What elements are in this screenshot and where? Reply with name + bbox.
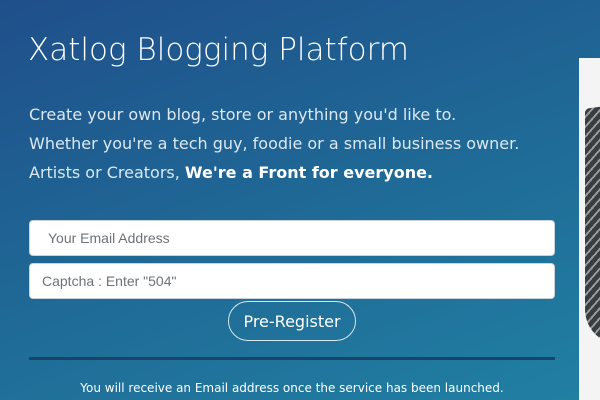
tagline-line-3-prefix: Artists or Creators, <box>29 163 185 182</box>
launch-notice: You will receive an Email address once t… <box>80 381 504 395</box>
divider <box>29 357 555 360</box>
tagline: Create your own blog, store or anything … <box>29 100 574 187</box>
tagline-emphasis: We're a Front for everyone. <box>184 163 434 182</box>
laptop-keyboard-photo <box>579 58 600 400</box>
captcha-field[interactable] <box>29 263 555 299</box>
email-field[interactable] <box>29 220 555 256</box>
page-title: Xatlog Blogging Platform <box>28 32 409 68</box>
tagline-line-3: Artists or Creators, We're a Front for e… <box>29 158 574 187</box>
tagline-line-1: Create your own blog, store or anything … <box>29 105 457 124</box>
tagline-line-2: Whether you're a tech guy, foodie or a s… <box>29 134 520 153</box>
laptop-keyboard-icon <box>585 103 600 349</box>
pre-register-button[interactable]: Pre-Register <box>228 301 356 341</box>
